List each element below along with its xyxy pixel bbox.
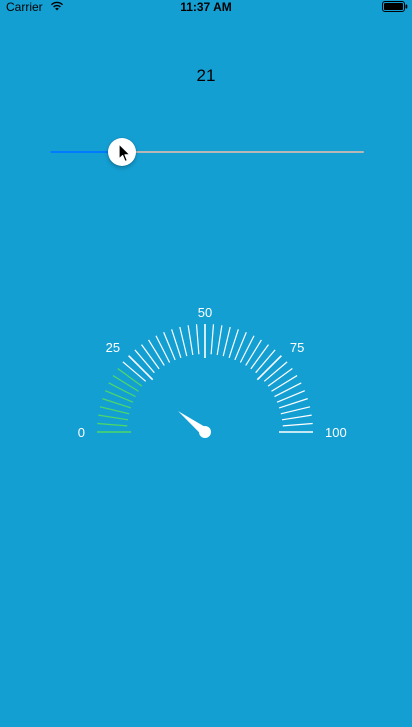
gauge-tick (155, 335, 171, 363)
gauge-tick (195, 324, 200, 355)
gauge-tick (282, 422, 313, 427)
gauge-tick (267, 368, 293, 387)
gauge-tick (281, 414, 312, 421)
gauge-label: 25 (106, 340, 120, 355)
gauge-tick (141, 344, 160, 370)
gauge-tick (108, 382, 136, 398)
gauge-tick (98, 414, 129, 421)
gauge-tick (99, 406, 130, 415)
gauge-tick (216, 325, 223, 356)
gauge-tick (256, 355, 282, 381)
gauge-tick (274, 382, 302, 398)
gauge-label: 0 (78, 425, 85, 440)
gauge-tick (134, 349, 155, 374)
gauge-ticks (97, 324, 313, 433)
gauge-tick (239, 335, 255, 363)
gauge-labels: 0 25 50 75 100 (78, 305, 347, 440)
gauge-tick (250, 344, 269, 370)
gauge-tick (210, 324, 215, 355)
gauge-tick (128, 355, 154, 381)
gauge-tick (245, 339, 262, 366)
gauge-label: 50 (198, 305, 212, 320)
gauge-tick (122, 361, 147, 382)
gauge-tick (117, 368, 143, 387)
gauge-tick (255, 349, 276, 374)
gauge-tick (222, 326, 231, 357)
gauge-label: 100 (325, 425, 347, 440)
gauge-tick (263, 361, 288, 382)
speed-gauge: 0 25 50 75 100 (78, 305, 347, 440)
gauge-tick (97, 422, 128, 427)
gauge-hub (199, 426, 211, 438)
gauge-tick (148, 339, 165, 366)
gauge-tick (187, 325, 194, 356)
gauge-label: 75 (290, 340, 304, 355)
gauge-tick (271, 375, 298, 392)
gauge-tick (179, 326, 188, 357)
gauge-tick (280, 406, 311, 415)
gauge-tick (112, 375, 139, 392)
